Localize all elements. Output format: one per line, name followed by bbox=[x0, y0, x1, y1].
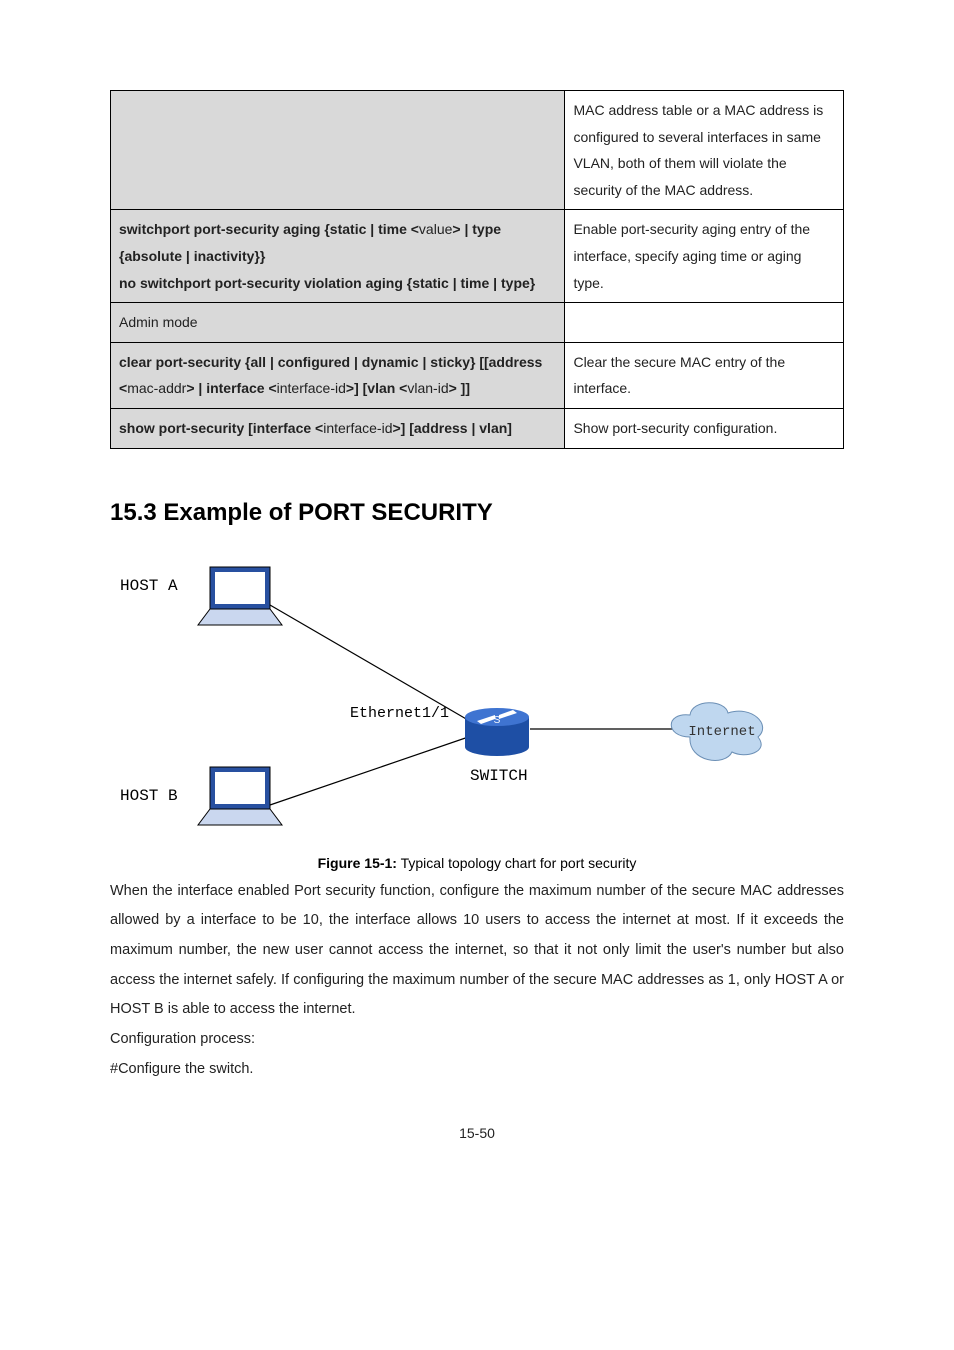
figure-caption: Figure 15-1: Typical topology chart for … bbox=[110, 855, 844, 871]
cmd-cell bbox=[111, 91, 565, 210]
switch-label: SWITCH bbox=[470, 767, 528, 785]
ethernet-label: Ethernet1/1 bbox=[350, 705, 449, 722]
desc-cell: Enable port-security aging entry of the … bbox=[565, 210, 844, 303]
desc-cell: MAC address table or a MAC address is co… bbox=[565, 91, 844, 210]
body-paragraph: When the interface enabled Port security… bbox=[110, 877, 844, 1026]
command-table: MAC address table or a MAC address is co… bbox=[110, 90, 844, 449]
cmd-cell: clear port-security {all | configured | … bbox=[111, 342, 565, 408]
cmd-cell: Admin mode bbox=[111, 303, 565, 343]
page-number: 15-50 bbox=[110, 1125, 844, 1141]
cmd-cell: show port-security [interface <interface… bbox=[111, 408, 565, 448]
host-a-label: HOST A bbox=[120, 577, 178, 595]
section-heading: 15.3 Example of PORT SECURITY bbox=[110, 499, 844, 527]
topology-diagram: S Internet HOST A HOST B Ethernet1/1 SWI… bbox=[110, 557, 830, 847]
desc-cell: Show port-security configuration. bbox=[565, 408, 844, 448]
config-switch-line: #Configure the switch. bbox=[110, 1055, 844, 1085]
config-process-line: Configuration process: bbox=[110, 1025, 844, 1055]
desc-cell: Clear the secure MAC entry of the interf… bbox=[565, 342, 844, 408]
cmd-cell: switchport port-security aging {static |… bbox=[111, 210, 565, 303]
internet-label: Internet bbox=[688, 724, 755, 740]
host-b-label: HOST B bbox=[120, 787, 178, 805]
svg-text:S: S bbox=[494, 715, 501, 726]
desc-cell bbox=[565, 303, 844, 343]
